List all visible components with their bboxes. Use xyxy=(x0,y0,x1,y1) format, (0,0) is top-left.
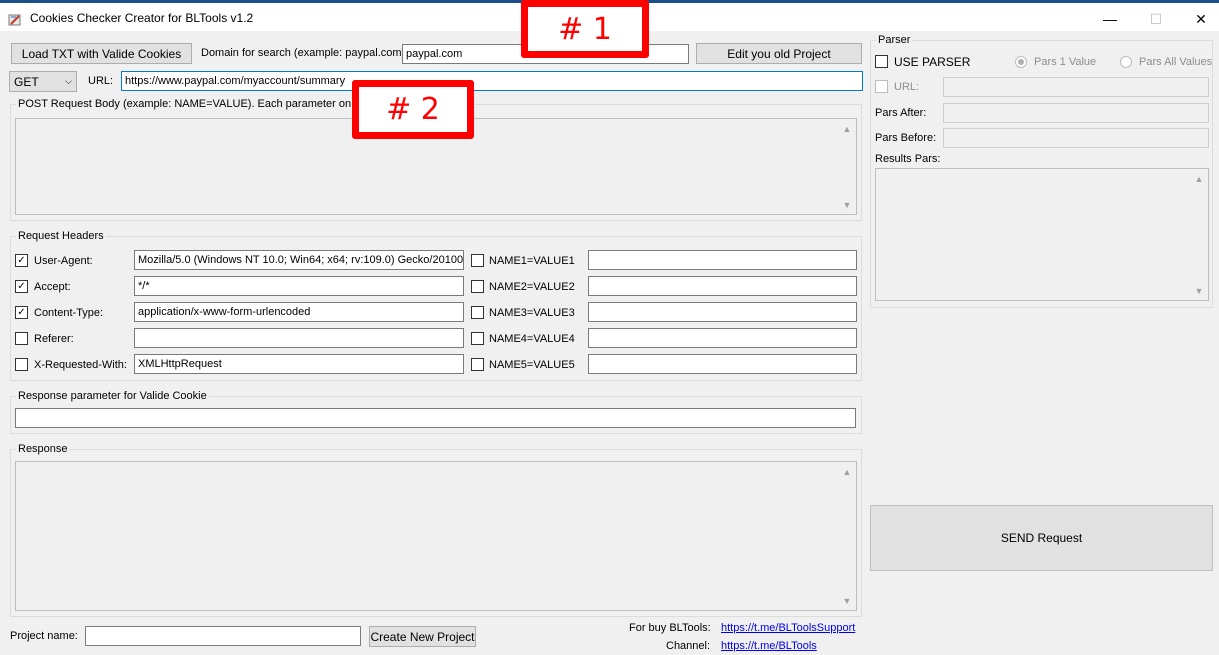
pars-1-label: Pars 1 Value xyxy=(1034,56,1097,68)
parser-url-input[interactable] xyxy=(943,77,1209,97)
pars-after-label: Pars After: xyxy=(875,107,927,119)
response-title: Response xyxy=(16,443,70,455)
accept-input[interactable]: */* xyxy=(134,276,464,296)
parser-url-checkbox[interactable] xyxy=(875,80,888,93)
send-request-button[interactable]: SEND Request xyxy=(870,505,1213,571)
response-param-title: Response parameter for Valide Cookie xyxy=(16,390,209,402)
project-name-label: Project name: xyxy=(10,630,78,642)
results-pars-label: Results Pars: xyxy=(875,153,941,165)
checkmark-icon: ✓ xyxy=(17,254,26,266)
pars-after-input[interactable] xyxy=(943,103,1209,123)
annotation-marker-1: # 1 xyxy=(521,0,649,58)
response-textarea[interactable]: ▲ ▼ xyxy=(15,461,857,611)
x-requested-with-label: X-Requested-With: xyxy=(34,359,127,371)
pars-all-label: Pars All Values xyxy=(1139,56,1213,68)
edit-project-button[interactable]: Edit you old Project xyxy=(696,43,862,64)
custom-header-3-input[interactable] xyxy=(588,302,857,322)
window-title: Cookies Checker Creator for BLTools v1.2 xyxy=(30,11,254,25)
use-parser-checkbox[interactable] xyxy=(875,55,888,68)
domain-label: Domain for search (example: paypal.com): xyxy=(201,47,409,59)
scroll-up-icon[interactable]: ▲ xyxy=(840,465,854,479)
pars-before-label: Pars Before: xyxy=(875,132,937,144)
channel-label: Channel: xyxy=(666,640,711,652)
project-name-input[interactable] xyxy=(85,626,361,646)
scroll-down-icon[interactable]: ▼ xyxy=(1192,284,1206,298)
create-project-button[interactable]: Create New Project xyxy=(369,626,476,647)
parser-title: Parser xyxy=(876,34,913,46)
custom-header-4-input[interactable] xyxy=(588,328,857,348)
response-param-input[interactable] xyxy=(15,408,856,428)
method-value: GET xyxy=(14,74,39,89)
referer-checkbox[interactable] xyxy=(15,332,28,345)
load-cookies-button[interactable]: Load TXT with Valide Cookies xyxy=(11,43,192,64)
annotation-marker-2: # 2 xyxy=(352,80,474,139)
referer-label: Referer: xyxy=(34,333,74,345)
custom-header-3-label: NAME3=VALUE3 xyxy=(489,307,575,319)
scroll-down-icon[interactable]: ▼ xyxy=(840,594,854,608)
url-label: URL: xyxy=(88,75,114,87)
use-parser-label: USE PARSER xyxy=(894,55,971,69)
custom-header-5-input[interactable] xyxy=(588,354,857,374)
custom-header-3-checkbox[interactable] xyxy=(471,306,484,319)
chevron-down-icon: ⌵ xyxy=(65,76,72,86)
custom-header-4-label: NAME4=VALUE4 xyxy=(489,333,575,345)
custom-header-4-checkbox[interactable] xyxy=(471,332,484,345)
content-type-label: Content-Type: xyxy=(34,307,104,319)
custom-header-1-label: NAME1=VALUE1 xyxy=(489,255,575,267)
pars-1-radio[interactable] xyxy=(1015,56,1027,68)
minimize-button[interactable]: — xyxy=(1087,7,1133,31)
checkmark-icon: ✓ xyxy=(17,306,26,318)
request-headers-title: Request Headers xyxy=(16,230,106,242)
user-agent-checkbox[interactable]: ✓ xyxy=(15,254,28,267)
content-type-input[interactable]: application/x-www-form-urlencoded xyxy=(134,302,464,322)
custom-header-2-input[interactable] xyxy=(588,276,857,296)
user-agent-input[interactable]: Mozilla/5.0 (Windows NT 10.0; Win64; x64… xyxy=(134,250,464,270)
content-type-checkbox[interactable]: ✓ xyxy=(15,306,28,319)
scroll-up-icon[interactable]: ▲ xyxy=(1192,172,1206,186)
buy-link[interactable]: https://t.me/BLToolsSupport xyxy=(721,622,855,634)
x-requested-with-checkbox[interactable] xyxy=(15,358,28,371)
custom-header-1-input[interactable] xyxy=(588,250,857,270)
custom-header-5-checkbox[interactable] xyxy=(471,358,484,371)
accept-label: Accept: xyxy=(34,281,71,293)
custom-header-2-checkbox[interactable] xyxy=(471,280,484,293)
checkmark-icon: ✓ xyxy=(17,280,26,292)
channel-link[interactable]: https://t.me/BLTools xyxy=(721,640,817,652)
referer-input[interactable] xyxy=(134,328,464,348)
user-agent-label: User-Agent: xyxy=(34,255,93,267)
radio-selected-dot xyxy=(1018,59,1024,65)
maximize-button[interactable]: ☐ xyxy=(1133,7,1179,31)
close-button[interactable]: ✕ xyxy=(1178,7,1219,31)
scroll-up-icon[interactable]: ▲ xyxy=(840,122,854,136)
pars-before-input[interactable] xyxy=(943,128,1209,148)
app-icon xyxy=(8,14,21,26)
method-select[interactable]: GET ⌵ xyxy=(9,71,77,92)
pars-all-radio[interactable] xyxy=(1120,56,1132,68)
accept-checkbox[interactable]: ✓ xyxy=(15,280,28,293)
x-requested-with-input[interactable]: XMLHttpRequest xyxy=(134,354,464,374)
custom-header-1-checkbox[interactable] xyxy=(471,254,484,267)
parser-url-label: URL: xyxy=(894,81,920,93)
scroll-down-icon[interactable]: ▼ xyxy=(840,198,854,212)
post-body-label: POST Request Body (example: NAME=VALUE).… xyxy=(16,98,406,110)
custom-header-5-label: NAME5=VALUE5 xyxy=(489,359,575,371)
url-input[interactable]: https://www.paypal.com/myaccount/summary xyxy=(121,71,863,91)
custom-header-2-label: NAME2=VALUE2 xyxy=(489,281,575,293)
buy-label: For buy BLTools: xyxy=(629,622,711,634)
results-pars-textarea[interactable]: ▲ ▼ xyxy=(875,168,1209,301)
